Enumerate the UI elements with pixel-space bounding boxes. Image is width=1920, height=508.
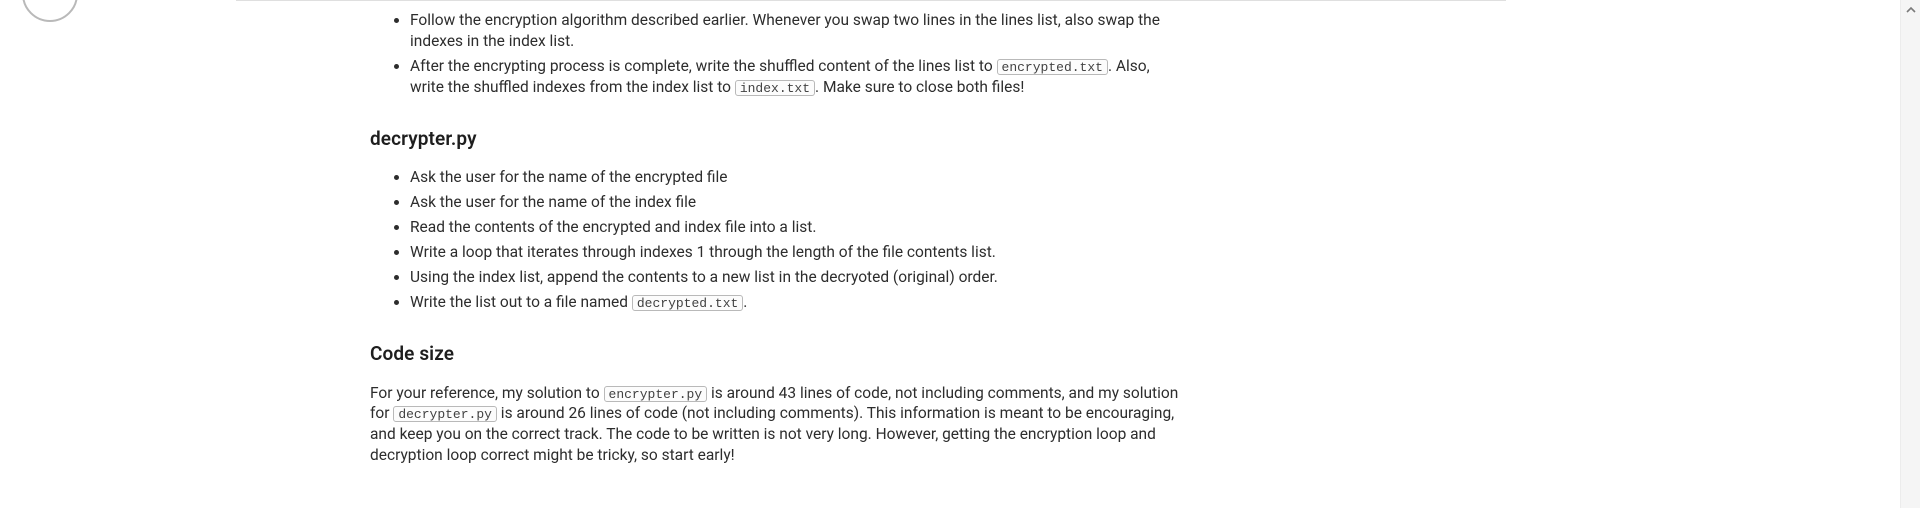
list-item-text: Read the contents of the encrypted and i… <box>410 218 816 236</box>
encrypter-steps-tail: Follow the encryption algorithm describe… <box>370 10 1180 98</box>
document-content: Follow the encryption algorithm describe… <box>370 0 1180 486</box>
list-item: Read the contents of the encrypted and i… <box>410 217 1180 238</box>
list-item-text: Follow the encryption algorithm describe… <box>410 11 1160 50</box>
vertical-scrollbar[interactable] <box>1900 0 1920 508</box>
code-filename: decrypter.py <box>393 406 497 422</box>
list-item-text: Write a loop that iterates through index… <box>410 243 996 261</box>
code-filename: encrypted.txt <box>997 59 1108 75</box>
list-item-text: Write the list out to a file named <box>410 293 632 311</box>
list-item-text: Ask the user for the name of the index f… <box>410 193 696 211</box>
list-item-text: . <box>743 293 747 311</box>
list-item: After the encrypting process is complete… <box>410 56 1180 98</box>
chevron-up-icon <box>1906 5 1916 15</box>
code-filename: index.txt <box>735 80 815 96</box>
list-item-text: Ask the user for the name of the encrypt… <box>410 168 728 186</box>
list-item: Follow the encryption algorithm describe… <box>410 10 1180 52</box>
list-item: Write the list out to a file named decry… <box>410 292 1180 313</box>
list-item-text: . Make sure to close both files! <box>815 78 1024 96</box>
codesize-paragraph: For your reference, my solution to encry… <box>370 383 1180 467</box>
section-heading-decrypter: decrypter.py <box>370 126 1180 152</box>
toolbar-edge-fragment <box>236 0 1506 1</box>
list-item: Ask the user for the name of the encrypt… <box>410 167 1180 188</box>
list-item: Using the index list, append the content… <box>410 267 1180 288</box>
section-heading-codesize: Code size <box>370 341 1180 367</box>
code-filename: encrypter.py <box>604 386 708 402</box>
decrypter-steps: Ask the user for the name of the encrypt… <box>370 167 1180 313</box>
list-item-text: After the encrypting process is complete… <box>410 57 997 75</box>
code-filename: decrypted.txt <box>632 295 743 311</box>
page-root: Follow the encryption algorithm describe… <box>0 0 1920 508</box>
scroll-up-button[interactable] <box>1901 0 1920 20</box>
avatar-fragment <box>22 0 78 22</box>
list-item: Write a loop that iterates through index… <box>410 242 1180 263</box>
paragraph-text: For your reference, my solution to <box>370 384 604 402</box>
list-item: Ask the user for the name of the index f… <box>410 192 1180 213</box>
list-item-text: Using the index list, append the content… <box>410 268 998 286</box>
